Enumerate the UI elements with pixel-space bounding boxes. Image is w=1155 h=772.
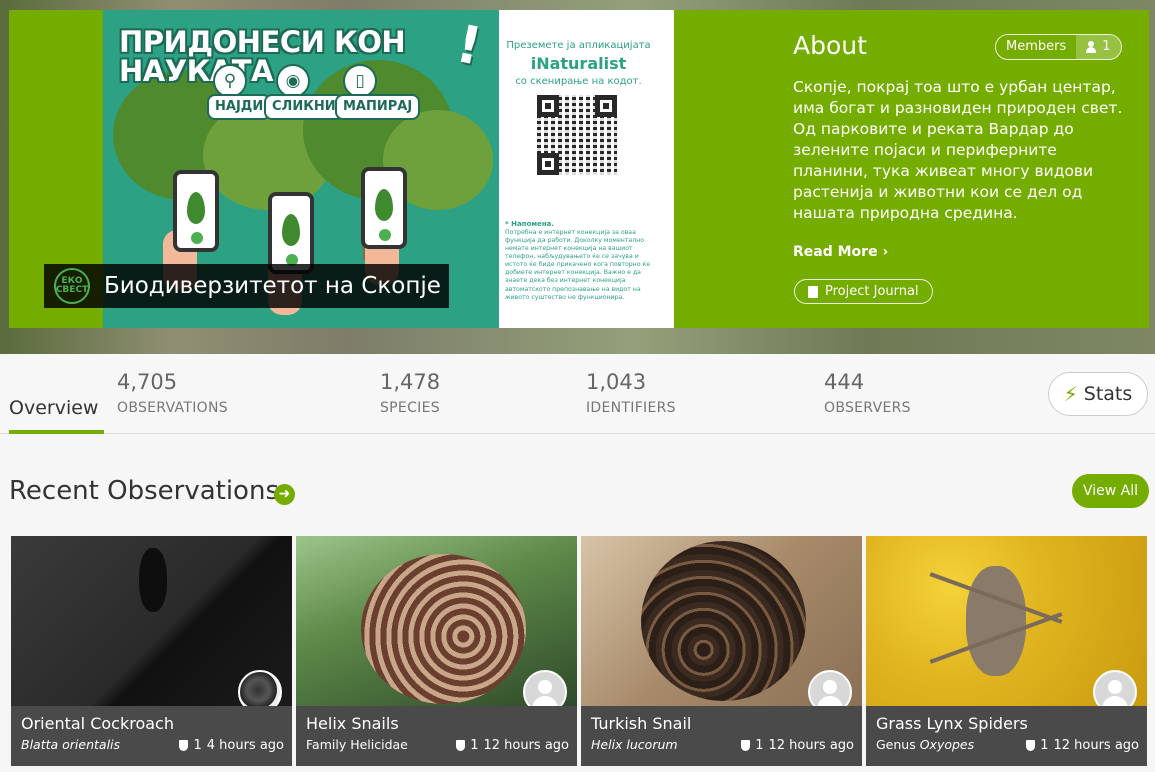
- lightning-icon: ⚡: [1063, 382, 1078, 406]
- snail-shell-shape: [641, 541, 806, 701]
- qr-instruction-text: со скенирање на кодот.: [515, 76, 642, 87]
- members-count: 1: [1076, 35, 1121, 59]
- stat-label: OBSERVATIONS: [117, 400, 228, 416]
- phone-illustration: [268, 192, 314, 274]
- observation-scientific-name: Family Helicidae: [306, 737, 408, 752]
- project-journal-button[interactable]: Project Journal: [794, 279, 933, 304]
- observation-card[interactable]: Oriental Cockroach Blatta orientalis 1 4…: [11, 536, 292, 766]
- stats-button[interactable]: ⚡ Stats: [1048, 372, 1148, 416]
- observation-info: Turkish Snail Helix lucorum 1 12 hours a…: [581, 706, 862, 766]
- user-icon: [1086, 41, 1097, 53]
- identification-icon: [741, 740, 751, 751]
- view-all-button[interactable]: View All: [1072, 474, 1149, 508]
- eko-svest-logo: ЕКО СВЕСТ: [54, 268, 90, 304]
- snail-shell-shape: [361, 554, 526, 704]
- observation-meta: 1 4 hours ago: [179, 739, 284, 752]
- members-count-value: 1: [1102, 39, 1111, 54]
- identification-icon: [179, 740, 189, 751]
- tab-overview[interactable]: Overview: [9, 399, 98, 418]
- id-count: 1: [470, 738, 479, 753]
- arrow-right-circle-icon[interactable]: ➜: [274, 484, 295, 505]
- identification-icon: [456, 740, 466, 751]
- step-label: НАЈДИ: [207, 94, 272, 120]
- observation-info: Oriental Cockroach Blatta orientalis 1 4…: [11, 706, 292, 766]
- qr-intro-text: Преземете ја апликацијата: [506, 40, 651, 51]
- id-count: 1: [1040, 738, 1049, 753]
- observation-common-name[interactable]: Grass Lynx Spiders: [876, 716, 1028, 732]
- identification-icon: [1026, 740, 1036, 751]
- members-label: Members: [1006, 39, 1067, 54]
- recent-observations-heading[interactable]: Recent Observations: [9, 478, 279, 504]
- observation-meta: 1 12 hours ago: [1026, 739, 1139, 752]
- stat-label: IDENTIFIERS: [586, 400, 676, 416]
- observation-common-name[interactable]: Oriental Cockroach: [21, 716, 174, 732]
- qr-note-title: * Напомена.: [505, 220, 555, 228]
- search-icon: ⚲: [213, 64, 247, 98]
- qr-code-icon: [537, 95, 617, 175]
- about-description: Скопје, покрај тоа што е урбан центар, и…: [793, 78, 1123, 222]
- members-button[interactable]: Members 1: [995, 34, 1122, 60]
- stat-label: OBSERVERS: [824, 400, 911, 416]
- observation-card[interactable]: Turkish Snail Helix lucorum 1 12 hours a…: [581, 536, 862, 766]
- stats-button-label: Stats: [1083, 382, 1133, 405]
- observation-meta: 1 12 hours ago: [456, 739, 569, 752]
- project-title-bar: ЕКО СВЕСТ Биодиверзитетот на Скопје: [44, 264, 449, 308]
- stat-value: 444: [824, 370, 865, 394]
- stat-species[interactable]: 1,478 SPECIES: [380, 370, 441, 416]
- project-title: Биодиверзитетот на Скопје: [104, 272, 441, 299]
- cockroach-shape: [139, 548, 167, 612]
- active-tab-indicator: [9, 430, 104, 434]
- qr-note: * Напомена. Потребна е интернет конекциј…: [505, 220, 655, 302]
- stat-label: SPECIES: [380, 400, 440, 416]
- read-more-link[interactable]: Read More ›: [793, 245, 888, 259]
- step-label: МАПИРАЈ: [335, 94, 421, 120]
- phone-icon: ▯: [343, 64, 377, 98]
- observation-common-name[interactable]: Helix Snails: [306, 716, 399, 732]
- observation-card[interactable]: Helix Snails Family Helicidae 1 12 hours…: [296, 536, 577, 766]
- about-heading: About: [793, 31, 867, 60]
- banner-qr-panel: Преземете ја апликацијата iNaturalist со…: [499, 10, 674, 328]
- phone-illustration: [361, 167, 407, 249]
- qr-note-body: Потребна е интернет конекција за оваа фу…: [505, 229, 651, 301]
- observation-scientific-name: Genus Oxyopes: [876, 737, 975, 752]
- spider-shape: [966, 566, 1026, 676]
- stat-value: 1,478: [380, 370, 441, 394]
- phone-illustration: [173, 170, 219, 252]
- book-icon: [808, 285, 818, 298]
- stat-observers[interactable]: 444 OBSERVERS: [824, 370, 911, 416]
- observation-time: 4 hours ago: [206, 738, 284, 753]
- observation-scientific-name: Blatta orientalis: [21, 737, 121, 752]
- qr-brand-text: iNaturalist: [530, 54, 627, 73]
- stat-identifiers[interactable]: 1,043 IDENTIFIERS: [586, 370, 676, 416]
- camera-icon: ◉: [276, 64, 310, 98]
- observation-meta: 1 12 hours ago: [741, 739, 854, 752]
- stat-observations[interactable]: 4,705 OBSERVATIONS: [117, 370, 228, 416]
- project-cover: ПРИДОНЕСИ КОН НАУКАТА ! ⚲ НАЈДИ ◉ СЛИКНИ…: [0, 0, 1155, 354]
- observation-time: 12 hours ago: [768, 738, 854, 753]
- observation-time: 12 hours ago: [1053, 738, 1139, 753]
- observation-info: Helix Snails Family Helicidae 1 12 hours…: [296, 706, 577, 766]
- observation-card[interactable]: Grass Lynx Spiders Genus Oxyopes 1 12 ho…: [866, 536, 1147, 766]
- observation-time: 12 hours ago: [483, 738, 569, 753]
- observation-common-name[interactable]: Turkish Snail: [591, 716, 691, 732]
- stat-value: 1,043: [586, 370, 647, 394]
- observation-scientific-name: Helix lucorum: [591, 737, 678, 752]
- step-label: СЛИКНИ: [264, 94, 344, 120]
- id-count: 1: [193, 738, 202, 753]
- id-count: 1: [755, 738, 764, 753]
- stat-value: 4,705: [117, 370, 178, 394]
- observation-info: Grass Lynx Spiders Genus Oxyopes 1 12 ho…: [866, 706, 1147, 766]
- project-journal-label: Project Journal: [825, 283, 919, 299]
- stats-bar: Overview 4,705 OBSERVATIONS 1,478 SPECIE…: [0, 354, 1155, 434]
